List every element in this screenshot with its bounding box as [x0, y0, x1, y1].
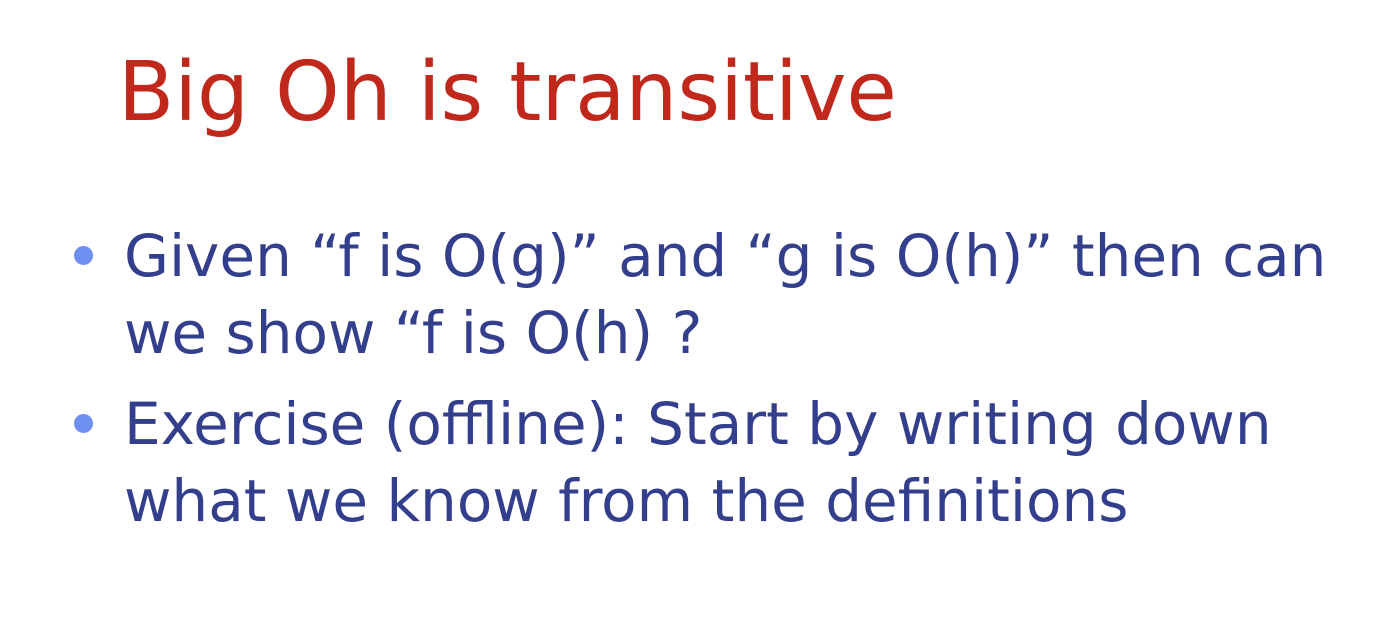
- bullet-line: we show “f is O(h) ?: [124, 299, 703, 367]
- bullet-item: Exercise (offline): Start by writing dow…: [70, 386, 1360, 540]
- slide: Big Oh is transitive Given “f is O(g)” a…: [0, 0, 1374, 644]
- bullet-dot-icon: [74, 414, 93, 433]
- bullet-list: Given “f is O(g)” and “g is O(h)” then c…: [70, 218, 1360, 554]
- bullet-line: what we know from the definitions: [124, 467, 1129, 535]
- bullet-line: Given “f is O(g)” and “g is O(h)” then c…: [124, 222, 1327, 290]
- bullet-dot-icon: [74, 246, 93, 265]
- bullet-line: Exercise (offline): Start by writing dow…: [124, 390, 1272, 458]
- bullet-item: Given “f is O(g)” and “g is O(h)” then c…: [70, 218, 1360, 372]
- slide-title: Big Oh is transitive: [118, 45, 897, 140]
